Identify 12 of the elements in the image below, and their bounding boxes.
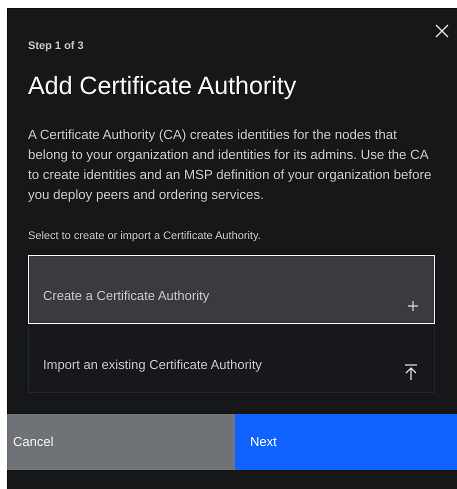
plus-icon [408,301,418,311]
step-indicator: Step 1 of 3 [28,39,84,53]
close-button[interactable] [433,22,451,40]
modal-title: Add Certificate Authority [28,71,296,101]
next-button[interactable]: Next [235,414,457,470]
cancel-button[interactable]: Cancel [7,414,235,470]
upload-icon [404,364,418,380]
description-text: A Certificate Authority (CA) creates identities for the nodes that belong to your organization and identities for its admins. Use the CA to create identities and an MSP definition of your organization before you deploy peers and ordering services. [28,126,432,204]
close-icon [435,24,449,38]
option-tile[interactable]: Import an existing Certificate Authority [28,324,435,393]
option-tile[interactable]: Create a Certificate Authority [28,255,435,324]
instruction-text: Select to create or import a Certificate Authority. [28,229,261,243]
